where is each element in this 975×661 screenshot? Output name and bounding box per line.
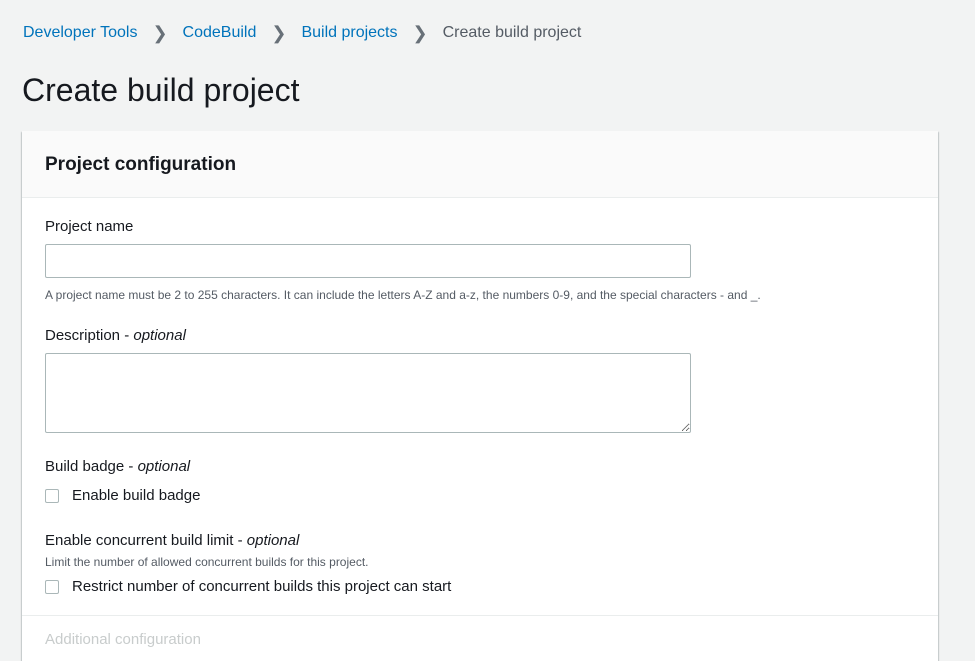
breadcrumb-codebuild[interactable]: CodeBuild — [183, 23, 257, 43]
page-title: Create build project — [22, 72, 300, 108]
enable-build-badge-row[interactable]: Enable build badge — [45, 486, 200, 506]
project-configuration-panel: Project configuration Project name A pro… — [22, 131, 938, 661]
chevron-right-icon: ❯ — [271, 23, 287, 43]
breadcrumb-current: Create build project — [442, 24, 582, 41]
panel-title: Project configuration — [45, 154, 237, 175]
breadcrumb: Developer Tools ❯ CodeBuild ❯ Build proj… — [23, 23, 581, 43]
section-divider — [22, 615, 938, 616]
build-badge-label-text: Build badge — [45, 458, 125, 475]
project-name-input[interactable] — [45, 244, 691, 278]
enable-build-badge-checkbox[interactable] — [45, 489, 59, 503]
optional-tag: optional — [133, 327, 186, 344]
optional-tag: optional — [137, 458, 191, 475]
concurrent-limit-label-text: Enable concurrent build limit — [45, 532, 234, 549]
breadcrumb-build-projects[interactable]: Build projects — [301, 23, 397, 43]
panel-header: Project configuration — [22, 131, 938, 198]
description-label: Description - optional — [45, 327, 186, 344]
optional-tag: optional — [246, 532, 300, 549]
concurrent-limit-label: Enable concurrent build limit - optional — [45, 532, 300, 549]
concurrent-limit-hint: Limit the number of allowed concurrent b… — [45, 555, 369, 569]
breadcrumb-developer-tools[interactable]: Developer Tools — [23, 23, 137, 43]
chevron-right-icon: ❯ — [152, 23, 168, 43]
chevron-right-icon: ❯ — [412, 23, 428, 43]
restrict-concurrent-builds-row[interactable]: Restrict number of concurrent builds thi… — [45, 577, 451, 597]
description-label-text: Description — [45, 327, 121, 344]
enable-build-badge-label[interactable]: Enable build badge — [72, 486, 200, 506]
project-name-label: Project name — [45, 218, 134, 235]
restrict-concurrent-builds-checkbox[interactable] — [45, 580, 59, 594]
project-name-hint: A project name must be 2 to 255 characte… — [45, 288, 761, 302]
additional-configuration-toggle[interactable]: Additional configuration — [45, 630, 201, 650]
build-badge-label: Build badge - optional — [45, 458, 191, 475]
description-textarea[interactable] — [45, 353, 691, 433]
restrict-concurrent-builds-label[interactable]: Restrict number of concurrent builds thi… — [72, 577, 451, 597]
